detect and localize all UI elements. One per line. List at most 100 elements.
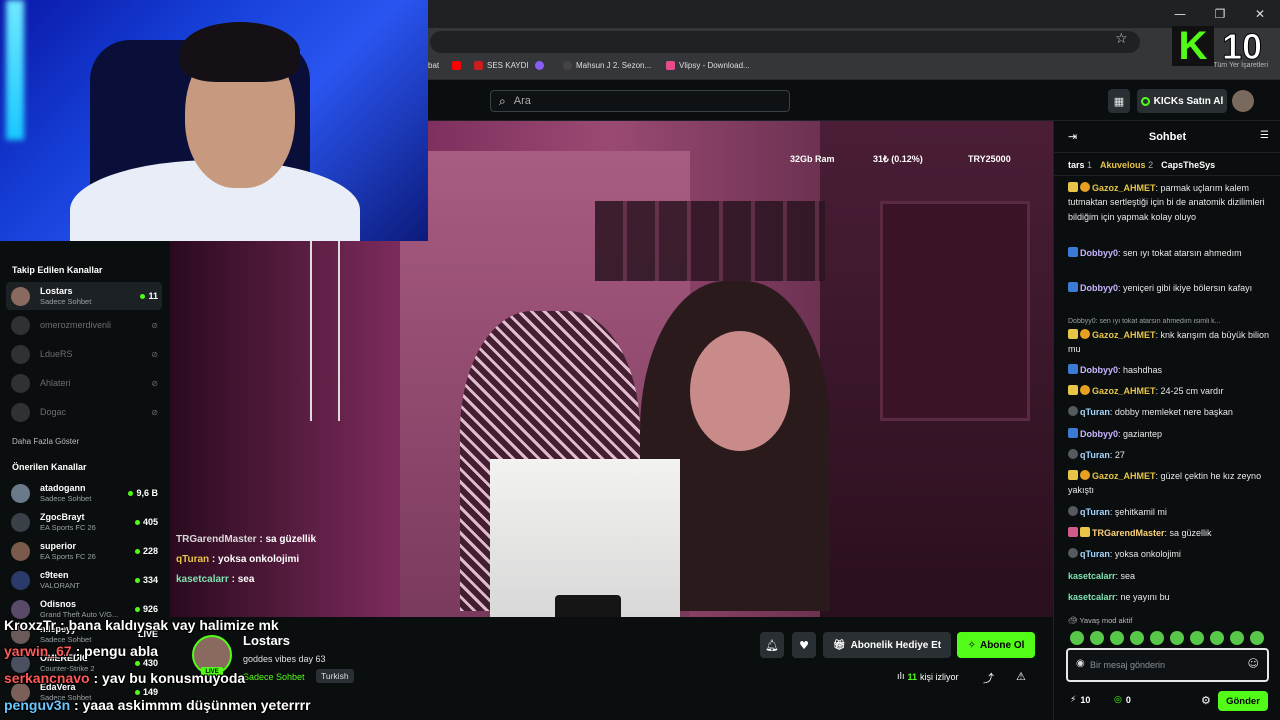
share-icon[interactable]: ⤴ (983, 670, 994, 686)
avatar (11, 483, 30, 503)
sidebar-item-offline[interactable]: Ahlateri ⊘ (6, 369, 162, 397)
sidebar-item-offline[interactable]: omerozmerdivenli ⊘ (6, 311, 162, 339)
show-more-link[interactable]: Daha Fazla Göster (12, 437, 79, 446)
offline-icon: ⊘ (151, 378, 158, 388)
sidebar-item-recommended[interactable]: atadogann Sadece Sohbet 9,6 B (6, 479, 162, 507)
chat-text: : hashdhas (1118, 365, 1163, 375)
points-display[interactable]: ⚡ 10 (1070, 695, 1090, 705)
sidebar-item-recommended[interactable]: c9teen VALORANT 334 (6, 566, 162, 594)
bookmark-item[interactable] (452, 61, 461, 70)
chat-username[interactable]: qTuran (1080, 507, 1110, 517)
chat-username[interactable]: Dobbyy0 (1080, 248, 1118, 258)
chat-username[interactable]: Gazoz_AHMET (1092, 471, 1156, 481)
badge-icon (1080, 329, 1090, 339)
chat-username[interactable]: qTuran (1080, 450, 1110, 460)
chat-text: : 27 (1109, 450, 1125, 460)
chat-badge-icon[interactable]: ◉ (1076, 658, 1085, 669)
chat-username: qTuran (176, 554, 210, 565)
avatar (11, 344, 30, 364)
chat-text: : sea (228, 574, 255, 585)
badge-icon (1068, 527, 1078, 537)
chat-username[interactable]: Gazoz_AHMET (1092, 386, 1156, 396)
chat-username[interactable]: Gazoz_AHMET (1092, 330, 1156, 340)
chat-input-box[interactable]: ◉ ☺ (1066, 648, 1269, 682)
gear-icon[interactable]: ⚙ (1201, 694, 1211, 707)
stream-category[interactable]: Sadece Sohbet (243, 672, 305, 682)
chat-message: qTuran: şehitkamil mi (1068, 505, 1272, 519)
chat-text: : sa güzellik (1164, 528, 1212, 538)
buy-kicks-button[interactable]: KICKs Satın Al (1137, 89, 1227, 113)
gifter-item[interactable]: tars 1 (1068, 160, 1092, 170)
send-button[interactable]: Gönder (1218, 691, 1268, 711)
user-avatar[interactable] (1232, 90, 1254, 112)
chat-text: : dobby memleket nere başkan (1109, 407, 1233, 417)
emote-icon[interactable] (1230, 631, 1244, 645)
chat-text: : sen ıyı tokat atarsın ahmedım (1118, 248, 1242, 258)
sidebar-item-lostars[interactable]: Lostars Sadece Sohbet 11 (6, 282, 162, 310)
sidebar-item-recommended[interactable]: superior EA Sports FC 26 228 (6, 537, 162, 565)
sidebar-item-offline[interactable]: LdueRS ⊘ (6, 340, 162, 368)
chat-message: Dobbyy0: hashdhas (1068, 363, 1272, 377)
chat-username[interactable]: Dobbyy0 (1080, 429, 1118, 439)
emoji-icon[interactable]: ☺ (1248, 657, 1259, 670)
badge-icon (1068, 548, 1078, 558)
kicks-display[interactable]: ◎ 0 (1114, 695, 1131, 705)
following-title: Takip Edilen Kanallar (12, 265, 103, 275)
bookmark-item[interactable]: Mahsun J 2. Sezon... (563, 61, 651, 70)
search-input[interactable]: Ara (514, 95, 531, 107)
dashboard-button[interactable]: ▦ (1108, 89, 1130, 113)
emote-icon[interactable] (1070, 631, 1084, 645)
slow-mode-label: Yavaş mod aktif (1079, 616, 1133, 625)
subscribe-button[interactable]: ✧ Abone Ol (957, 632, 1035, 658)
chat-username[interactable]: qTuran (1080, 407, 1110, 417)
chat-username[interactable]: Dobbyy0 (1080, 283, 1118, 293)
emote-icon[interactable] (1250, 631, 1264, 645)
gifter-item[interactable]: Akuvelous 2 (1100, 160, 1153, 170)
chat-message-input[interactable] (1090, 658, 1240, 672)
notification-button[interactable]: 🔔︎ (760, 632, 784, 658)
emote-icon[interactable] (1090, 631, 1104, 645)
bookmark-item[interactable]: Vlipsy - Download... (666, 61, 750, 70)
bookmark-star-icon[interactable]: ☆ (1115, 31, 1128, 47)
reply-preview[interactable]: Dobbyy0: sen ıyı tokat atarsın ahmedım i… (1068, 318, 1278, 325)
gift-sub-button[interactable]: 🎁︎ Abonelik Hediye Et (823, 632, 951, 658)
chat-users-icon[interactable]: ☰ (1260, 130, 1269, 141)
chat-username[interactable]: TRGarendMaster (1092, 528, 1165, 538)
chat-username[interactable]: qTuran (1080, 549, 1110, 559)
badge-icon (1068, 470, 1078, 480)
webcam-overlay (0, 0, 428, 241)
bookmark-icon (666, 61, 675, 70)
viewer-count: 11 (140, 291, 158, 301)
chat-text: : yoksa onkolojimi (209, 554, 300, 565)
badge-icon (1068, 428, 1078, 438)
url-field[interactable] (430, 31, 1140, 53)
bookmark-item[interactable]: SES KAYDI (474, 61, 529, 70)
follow-button[interactable]: ♥ (792, 632, 816, 658)
chat-footer: ⚡ 10 ◎ 0 ⚙ Gönder (1068, 691, 1268, 711)
badge-icon (1080, 470, 1090, 480)
offline-icon: ⊘ (151, 320, 158, 330)
streamer-name[interactable]: Lostars (243, 633, 290, 648)
search-box[interactable]: ⌕ Ara (490, 90, 790, 112)
chat-username[interactable]: Gazoz_AHMET (1092, 183, 1156, 193)
chat-username[interactable]: kasetcalarr (1068, 571, 1116, 581)
language-tag[interactable]: Turkish (316, 669, 354, 683)
overlay-counter: 10 (1221, 26, 1263, 68)
emote-icon[interactable] (1130, 631, 1144, 645)
chat-message: qTuran: dobby memleket nere başkan (1068, 405, 1272, 419)
chat-username[interactable]: kasetcalarr (1068, 592, 1116, 602)
emote-icon[interactable] (1190, 631, 1204, 645)
sidebar-item-offline[interactable]: Dogac ⊘ (6, 398, 162, 426)
report-icon[interactable]: ⚠ (1016, 670, 1026, 683)
emote-icon[interactable] (1210, 631, 1224, 645)
sidebar-item-recommended[interactable]: ZgocBrayt EA Sports FC 26 405 (6, 508, 162, 536)
chat-username[interactable]: Dobbyy0 (1080, 365, 1118, 375)
bookmark-item[interactable]: bat (428, 61, 439, 70)
emote-icon[interactable] (1170, 631, 1184, 645)
bookmark-item[interactable] (535, 61, 544, 70)
bookmark-icon (563, 61, 572, 70)
close-icon[interactable]: ✕ (1240, 0, 1280, 28)
gifter-item[interactable]: CapsTheSys (1161, 160, 1215, 170)
emote-icon[interactable] (1150, 631, 1164, 645)
emote-icon[interactable] (1110, 631, 1124, 645)
